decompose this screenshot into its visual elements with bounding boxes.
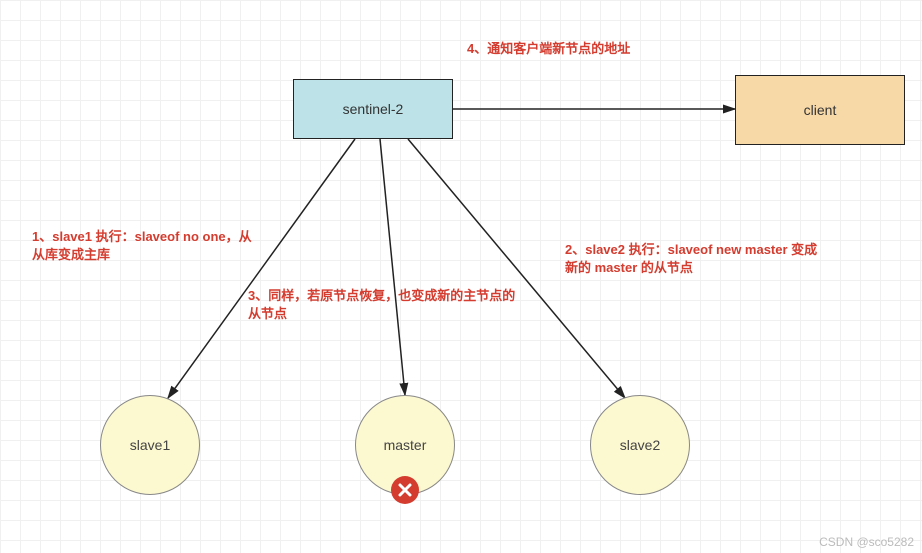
annotation-step1: 1、slave1 执行：slaveof no one，从从库变成主库 [32, 228, 252, 264]
annotation-step2: 2、slave2 执行：slaveof new master 变成新的 mast… [565, 241, 825, 277]
client-label: client [804, 102, 837, 118]
master-label: master [384, 437, 427, 453]
slave2-node: slave2 [590, 395, 690, 495]
slave1-label: slave1 [130, 437, 170, 453]
error-icon [391, 476, 419, 504]
client-node: client [735, 75, 905, 145]
slave1-node: slave1 [100, 395, 200, 495]
watermark: CSDN @sco5282 [819, 535, 914, 549]
annotation-step4: 4、通知客户端新节点的地址 [467, 40, 630, 58]
annotation-step3: 3、同样，若原节点恢复，也变成新的主节点的从节点 [248, 287, 528, 323]
sentinel-node: sentinel-2 [293, 79, 453, 139]
slave2-label: slave2 [620, 437, 660, 453]
sentinel-label: sentinel-2 [343, 101, 404, 117]
